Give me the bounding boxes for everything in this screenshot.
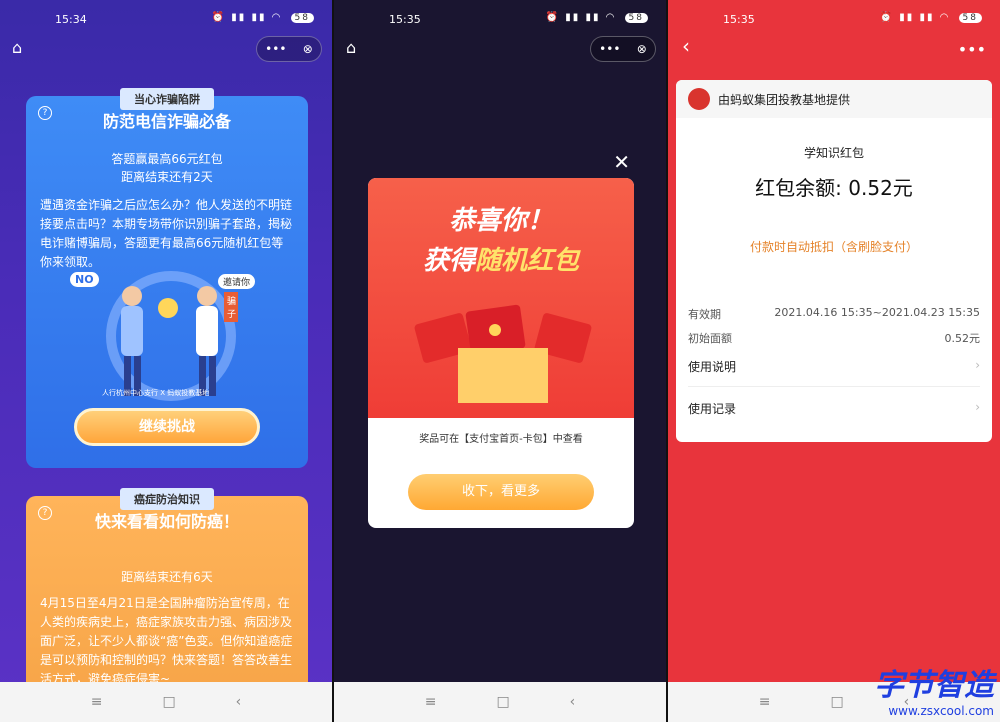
prize-location-note: 奖品可在【支付宝首页-卡包】中查看 [419, 434, 583, 445]
records-label: 使用记录 [688, 402, 737, 416]
menu-capsule[interactable]: ••• ⊗ [256, 36, 322, 62]
menu-icon[interactable]: ≡ [425, 694, 437, 710]
card-description: 遭遇资金诈骗之后应怎么办？他人发送的不明链接要点击吗？本期专场带你识别骗子套路，… [40, 198, 293, 269]
status-bar: 15:35 ⏰ ▮▮ ▮▮ ◠ 58 [668, 0, 1000, 36]
divider [688, 386, 980, 387]
scammer-tag: 骗子 [224, 292, 238, 322]
screen-reward-popup: 15:35 ⏰ ▮▮ ▮▮ ◠ 58 ⌂ ••• ⊗ ✕ 恭喜你！ 获得随机红包 … [334, 0, 666, 722]
reward-popup: 恭喜你！ 获得随机红包 奖品可在【支付宝首页-卡包】中查看 收下，看更多 [368, 178, 634, 528]
popup-banner: 恭喜你！ 获得随机红包 [368, 178, 634, 418]
chevron-right-icon: › [975, 400, 980, 414]
battery-icon: 58 [290, 13, 314, 23]
menu-icon[interactable]: ≡ [91, 694, 103, 710]
home-square-icon[interactable]: □ [830, 694, 843, 710]
red-envelopes-illustration [414, 304, 592, 403]
status-icons: ⏰ ▮▮ ▮▮ ◠ 58 [212, 12, 314, 23]
partner-logos: 人行杭州中心支行 X 蚂蚁投教基地 [102, 388, 209, 398]
congrats-text: 恭喜你！ [448, 206, 553, 236]
back-arrow-icon[interactable]: ‹ [682, 34, 690, 58]
reward-headline: 获得随机红包 [368, 240, 634, 277]
initial-amount-row: 初始面额 0.52元 [688, 330, 980, 346]
countdown-text: 距离结束还有6天 [121, 570, 213, 584]
status-icons: ⏰ ▮▮ ▮▮ ◠ 58 [546, 12, 648, 23]
red-packet-card: 由蚂蚁集团投教基地提供 学知识红包 红包余额: 0.52元 付款时自动抵扣（含刷… [676, 80, 992, 442]
watermark-url: www.zsxcool.com [888, 704, 994, 718]
back-icon[interactable]: ‹ [236, 694, 242, 710]
menu-icon[interactable]: ≡ [759, 694, 771, 710]
provider-text: 由蚂蚁集团投教基地提供 [718, 92, 851, 107]
reward-text: 答题赢最高66元红包 [111, 152, 223, 166]
status-time: 15:35 [389, 13, 421, 26]
card-ribbon: 当心诈骗陷阱 [120, 88, 214, 110]
home-square-icon[interactable]: □ [496, 694, 509, 710]
auto-deduct-text: 付款时自动抵扣（含刷脸支付） [749, 240, 918, 254]
close-circle-icon[interactable]: ⊗ [637, 42, 647, 56]
battery-icon: 58 [624, 13, 648, 23]
site-watermark: 字节智造 www.zsxcool.com [874, 660, 994, 718]
logo-pboc: 人行杭州中心支行 [102, 389, 158, 397]
initial-label: 初始面额 [688, 332, 732, 345]
status-icons: ⏰ ▮▮ ▮▮ ◠ 58 [880, 12, 982, 23]
card-title: 防范电信诈骗必备 [102, 112, 231, 131]
chevron-right-icon: › [975, 358, 980, 372]
quiz-card-fraud: 当心诈骗陷阱 ? 防范电信诈骗必备 答题赢最高66元红包 距离结束还有2天 遭遇… [26, 88, 308, 468]
usage-instructions-row[interactable]: 使用说明 › [688, 358, 980, 375]
logo-separator: X [160, 389, 166, 397]
card-ribbon: 癌症防治知识 [120, 488, 214, 510]
status-bar: 15:35 ⏰ ▮▮ ▮▮ ◠ 58 [334, 0, 666, 36]
reward-headline-prefix: 获得 [422, 246, 475, 276]
status-time: 15:34 [55, 13, 87, 26]
balance-text: 红包余额: 0.52元 [755, 176, 913, 200]
usage-label: 使用说明 [688, 360, 737, 374]
validity-label: 有效期 [688, 308, 721, 321]
usage-records-row[interactable]: 使用记录 › [688, 400, 980, 417]
countdown-text: 距离结束还有2天 [121, 170, 213, 184]
accept-see-more-button[interactable]: 收下，看更多 [408, 474, 594, 510]
more-icon[interactable]: ••• [599, 42, 620, 56]
back-icon[interactable]: ‹ [570, 694, 576, 710]
initial-value: 0.52元 [944, 332, 981, 345]
reward-headline-highlight: 随机红包 [475, 246, 580, 276]
status-bar: 15:34 ⏰ ▮▮ ▮▮ ◠ 58 [0, 0, 332, 36]
more-icon[interactable]: ••• [265, 42, 286, 56]
more-icon[interactable]: ••• [958, 40, 986, 59]
popup-close-icon[interactable]: ✕ [613, 150, 630, 174]
validity-value: 2021.04.16 15:35~2021.04.23 15:35 [774, 306, 980, 319]
screen-red-packet-detail: 15:35 ⏰ ▮▮ ▮▮ ◠ 58 ‹ ••• 由蚂蚁集团投教基地提供 学知识… [668, 0, 1000, 722]
validity-row: 有效期 2021.04.16 15:35~2021.04.23 15:35 [688, 306, 980, 322]
close-circle-icon[interactable]: ⊗ [303, 42, 313, 56]
android-nav-bar: ≡ □ ‹ [0, 682, 332, 722]
provider-bar: 由蚂蚁集团投教基地提供 [676, 80, 992, 118]
packet-name: 学知识红包 [803, 146, 864, 160]
ant-logo-icon [688, 88, 710, 110]
continue-challenge-button[interactable]: 继续挑战 [74, 408, 260, 446]
status-time: 15:35 [723, 13, 755, 26]
logo-ant: 蚂蚁投教基地 [167, 389, 210, 397]
home-icon[interactable]: ⌂ [12, 38, 22, 57]
android-nav-bar: ≡ □ ‹ [334, 682, 666, 722]
menu-capsule[interactable]: ••• ⊗ [590, 36, 656, 62]
battery-icon: 58 [958, 13, 982, 23]
watermark-title: 字节智造 [874, 668, 994, 703]
card-title: 快来看看如何防癌！ [94, 512, 239, 531]
quiz-card-cancer[interactable]: 癌症防治知识 ? 快来看看如何防癌！ 距离结束还有6天 4月15日至4月21日是… [26, 488, 308, 696]
invite-bubble: 邀请你 [218, 274, 256, 289]
screen-quiz: 15:34 ⏰ ▮▮ ▮▮ ◠ 58 ⌂ ••• ⊗ 当心诈骗陷阱 ? 防范电信诈… [0, 0, 332, 722]
no-bubble: NO [70, 272, 99, 287]
home-square-icon[interactable]: □ [162, 694, 175, 710]
home-icon[interactable]: ⌂ [346, 38, 356, 57]
card-description: 4月15日至4月21日是全国肿瘤防治宣传周，在人类的疾病史上，癌症家族攻击力强、… [40, 596, 293, 686]
